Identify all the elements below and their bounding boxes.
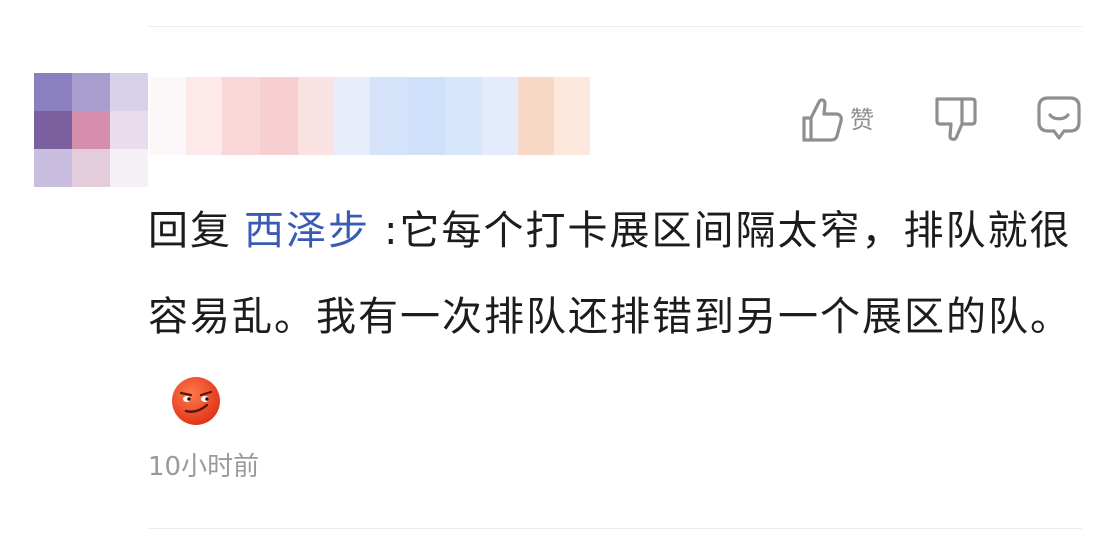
- smirk-face-emoji: [172, 377, 220, 425]
- reply-button[interactable]: [1036, 94, 1082, 146]
- top-divider: [148, 26, 1082, 27]
- comment-bubble-icon: [1037, 96, 1081, 140]
- comment-actions: 赞: [800, 95, 1082, 145]
- reply-prefix: 回复: [148, 208, 232, 254]
- thumbs-down-icon: [935, 97, 977, 141]
- avatar[interactable]: [30, 73, 148, 188]
- dislike-button[interactable]: [932, 94, 978, 146]
- comment-header: 赞: [0, 55, 1116, 188]
- mention-username[interactable]: 西泽步: [244, 208, 370, 254]
- like-button[interactable]: 赞: [800, 96, 874, 144]
- comment-timestamp: 10小时前: [148, 452, 260, 482]
- comment-body: 回复 西泽步:它每个打卡展区间隔太窄，排队就很容易乱。我有一次排队还排错到另一个展…: [148, 188, 1088, 446]
- bottom-divider: [148, 528, 1082, 529]
- thumbs-up-icon: [802, 98, 843, 142]
- username-blurred[interactable]: [150, 77, 590, 155]
- like-label: 赞: [850, 105, 874, 134]
